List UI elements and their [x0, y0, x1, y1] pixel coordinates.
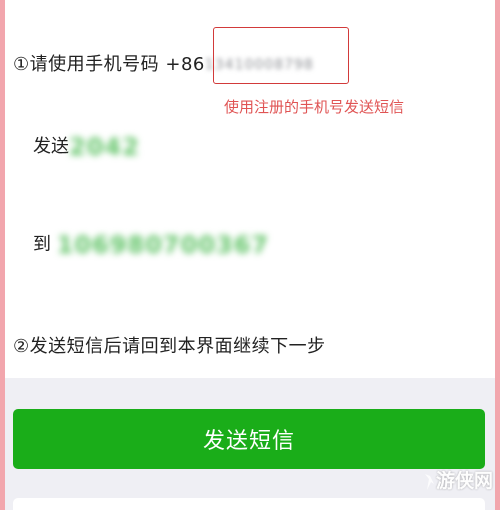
phone-highlight-box — [213, 27, 349, 84]
blurred-recipient-number: 106980700367 — [56, 231, 270, 259]
recipient-row: 到 106980700367 — [33, 230, 269, 259]
bottom-card — [13, 498, 485, 510]
send-label: 发送 — [33, 136, 69, 157]
sms-verification-screen: ①请使用手机号码 +8613410008798 使用注册的手机号发送短信 发送2… — [5, 0, 495, 510]
site-watermark: 游侠网 — [422, 466, 493, 493]
annotation-text: 使用注册的手机号发送短信 — [224, 98, 405, 116]
step1-text: ①请使用手机号码 +86 — [13, 54, 205, 75]
watermark-text: 游侠网 — [436, 470, 494, 492]
send-sms-button[interactable]: 发送短信 — [13, 409, 485, 469]
step2-instruction: ②发送短信后请回到本界面继续下一步 — [13, 336, 326, 357]
to-label: 到 — [33, 234, 51, 255]
blurred-sms-content: 2042 — [69, 133, 140, 161]
send-content-row: 发送2042 — [33, 132, 140, 161]
watermark-logo-icon — [425, 473, 434, 490]
